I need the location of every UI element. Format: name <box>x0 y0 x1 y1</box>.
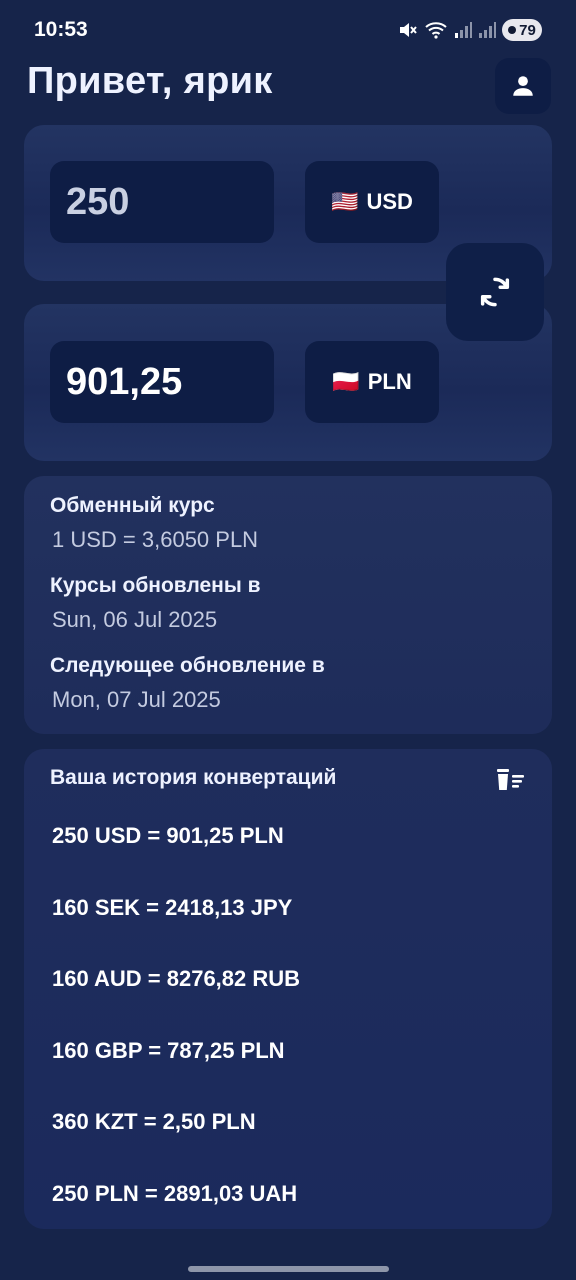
home-indicator[interactable] <box>188 1266 389 1272</box>
signal-icon <box>455 22 472 38</box>
history-title: Ваша история конвертаций <box>50 766 337 789</box>
swap-currencies-button[interactable] <box>446 243 544 341</box>
updated-value: Sun, 06 Jul 2025 <box>52 607 218 632</box>
conversion-history-card: Ваша история конвертаций 250 USD = 901,2… <box>24 749 552 1229</box>
from-amount-input[interactable]: 250 <box>50 161 274 243</box>
to-currency-selector[interactable]: 🇵🇱 PLN <box>305 341 439 423</box>
profile-button[interactable] <box>495 58 551 114</box>
from-currency-selector[interactable]: 🇺🇸 USD <box>305 161 439 243</box>
exchange-rate-card: Обменный курс 1 USD = 3,6050 PLN Курсы о… <box>24 476 552 734</box>
delete-sweep-icon <box>497 769 524 790</box>
swap-icon <box>480 277 510 307</box>
status-bar: 10:53 79 <box>0 0 576 60</box>
next-update-value: Mon, 07 Jul 2025 <box>52 687 221 712</box>
next-update-label: Следующее обновление в <box>50 654 325 677</box>
greeting-title: Привет, ярик <box>27 60 273 102</box>
status-time: 10:53 <box>34 18 88 41</box>
signal-icon <box>479 22 496 38</box>
exchange-rate-value: 1 USD = 3,6050 PLN <box>52 527 259 552</box>
wifi-icon <box>425 22 447 39</box>
history-item[interactable]: 250 USD = 901,25 PLN <box>52 821 300 893</box>
history-item[interactable]: 160 SEK = 2418,13 JPY <box>52 893 300 965</box>
battery-saver-icon <box>508 26 517 34</box>
history-list: 250 USD = 901,25 PLN 160 SEK = 2418,13 J… <box>52 821 300 1250</box>
battery-level: 79 <box>519 21 536 39</box>
to-currency-code: PLN <box>367 369 412 394</box>
mute-icon <box>400 23 417 37</box>
clear-history-button[interactable] <box>490 763 530 797</box>
updated-label: Курсы обновлены в <box>50 574 261 597</box>
history-item[interactable]: 160 AUD = 8276,82 RUB <box>52 964 300 1036</box>
history-item[interactable]: 250 PLN = 2891,03 UAH <box>52 1179 300 1251</box>
to-amount-output[interactable]: 901,25 <box>50 341 274 423</box>
usa-flag-icon: 🇺🇸 <box>331 189 359 214</box>
history-item[interactable]: 360 KZT = 2,50 PLN <box>52 1107 300 1179</box>
exchange-rate-label: Обменный курс <box>50 494 215 517</box>
status-icons: 79 <box>398 19 542 41</box>
poland-flag-icon: 🇵🇱 <box>332 369 360 394</box>
battery-indicator: 79 <box>502 19 542 41</box>
from-currency-code: USD <box>366 189 413 214</box>
history-item[interactable]: 160 GBP = 787,25 PLN <box>52 1036 300 1108</box>
person-icon <box>513 76 533 96</box>
